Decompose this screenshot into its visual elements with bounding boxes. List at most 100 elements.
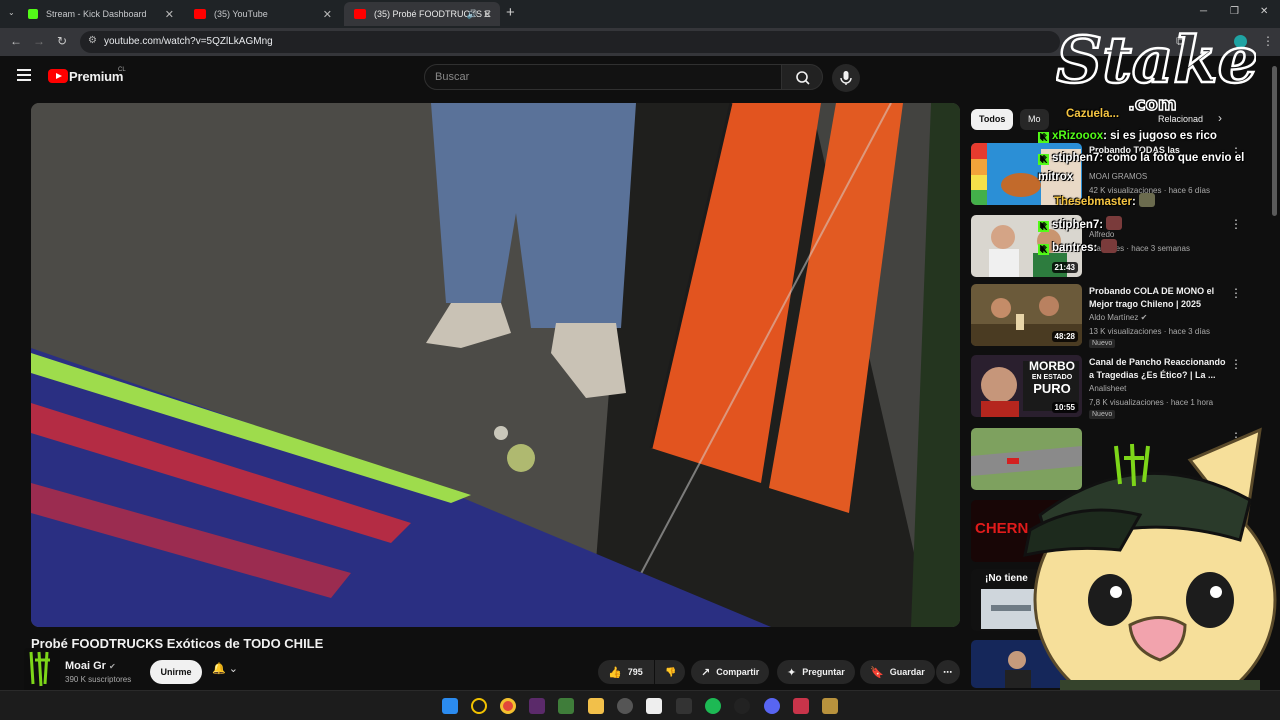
thumbnail-text-line: PURO xyxy=(1033,381,1071,396)
tab-current-video[interactable]: (35) Probé FOODTRUCKS E 🔊 ✕ xyxy=(344,2,500,26)
channel-name[interactable]: Moai Gr ✔ xyxy=(65,660,116,672)
voice-search-button[interactable] xyxy=(832,64,860,92)
chat-username: stiphen7 xyxy=(1052,152,1100,164)
chat-username: bantres xyxy=(1052,242,1094,254)
back-icon[interactable]: ← xyxy=(10,34,22,48)
screen: ⌄ Stream - Kick Dashboard ✕ (35) YouTube… xyxy=(0,0,1280,720)
forward-icon[interactable]: → xyxy=(33,34,45,48)
app-icon-purple[interactable] xyxy=(529,698,545,714)
youtube-logo-icon[interactable] xyxy=(48,69,68,83)
ask-label: Preguntar xyxy=(802,667,845,677)
notifications-button[interactable]: 🔔 ⌄ xyxy=(212,662,238,675)
video-title[interactable]: Canal de Pancho Reaccionando a Tragedias… xyxy=(1089,356,1229,382)
discord-icon[interactable] xyxy=(764,698,780,714)
sidebar-scrollbar[interactable] xyxy=(1272,66,1277,216)
chevron-right-icon[interactable]: › xyxy=(1218,111,1222,125)
windows-start-icon[interactable] xyxy=(442,698,458,714)
chat-text: : xyxy=(1131,196,1136,208)
app-icon-white[interactable] xyxy=(646,698,662,714)
tab-search-icon[interactable]: ⌄ xyxy=(8,8,15,17)
emote-icon xyxy=(1100,239,1117,253)
app-icon-gray[interactable] xyxy=(617,698,633,714)
kick-badge-icon: K xyxy=(1038,154,1049,165)
chat-text: : como la foto que envio el xyxy=(1099,152,1245,164)
close-tab-icon[interactable]: ✕ xyxy=(165,8,174,21)
streamer-cat-mascot xyxy=(1020,420,1280,720)
menu-icon[interactable] xyxy=(17,69,31,81)
video-title[interactable]: Probando COLA DE MONO el Mejor trago Chi… xyxy=(1089,285,1229,311)
search-input[interactable]: Buscar xyxy=(424,64,782,90)
app-icon-circle[interactable] xyxy=(471,698,487,714)
chat-message: mitrox xyxy=(1038,171,1073,183)
site-info-icon[interactable]: ⚙ xyxy=(88,35,97,46)
video-title: Probé FOODTRUCKS Exóticos de TODO CHILE xyxy=(31,636,324,651)
audio-playing-icon[interactable]: 🔊 xyxy=(467,9,478,20)
app-icon-dark[interactable] xyxy=(676,698,692,714)
emote-icon xyxy=(1139,193,1156,207)
close-tab-icon[interactable]: ✕ xyxy=(483,8,492,21)
list-item[interactable]: 48:28 Probando COLA DE MONO el Mejor tra… xyxy=(971,284,1261,348)
chat-text: : si es jugoso es rico xyxy=(1103,130,1217,142)
region-code: CL xyxy=(118,67,126,73)
join-button[interactable]: Unirme xyxy=(150,660,202,684)
app-icon-black[interactable] xyxy=(734,698,750,714)
app-icon-green[interactable] xyxy=(558,698,574,714)
verified-icon: ✔ xyxy=(109,662,116,671)
video-thumbnail[interactable]: 48:28 xyxy=(971,284,1082,346)
more-icon[interactable]: ⋮ xyxy=(1230,286,1242,300)
new-tab-icon[interactable]: + xyxy=(506,4,515,21)
channel-name[interactable]: MOAI GRAMOS xyxy=(1089,172,1147,181)
ask-button[interactable]: ✦ Preguntar xyxy=(777,660,855,684)
list-item[interactable]: MORBO EN ESTADO PURO 10:55 Canal de Panc… xyxy=(971,355,1261,419)
spotify-icon[interactable] xyxy=(705,698,721,714)
like-button[interactable]: 👍 795 xyxy=(598,660,654,684)
youtube-brand[interactable]: Premium xyxy=(69,69,123,84)
chip-more[interactable]: Mo xyxy=(1020,109,1049,130)
browser-menu-icon[interactable]: ⋮ xyxy=(1262,34,1274,48)
video-player[interactable] xyxy=(31,103,960,627)
tab-youtube[interactable]: (35) YouTube ✕ xyxy=(184,2,340,26)
more-icon[interactable]: ⋮ xyxy=(1230,357,1242,371)
channel-name-text: Moai Gr xyxy=(65,660,106,672)
file-explorer-icon[interactable] xyxy=(588,698,604,714)
microphone-icon xyxy=(840,71,852,85)
chevron-down-icon: ⌄ xyxy=(228,663,238,675)
search-button[interactable] xyxy=(781,64,823,90)
share-button[interactable]: ↗ Compartir xyxy=(691,660,770,684)
new-badge: Nuevo xyxy=(1089,339,1116,348)
share-label: Compartir xyxy=(716,667,760,677)
save-button[interactable]: 🔖 Guardar xyxy=(860,660,935,684)
address-bar[interactable]: ⚙ youtube.com/watch?v=5QZlLkAGMng xyxy=(80,31,1060,53)
close-window-icon[interactable]: ✕ xyxy=(1260,6,1268,17)
channel-name[interactable]: Aldo Martínez ✔ xyxy=(1089,313,1147,322)
more-icon[interactable]: ⋮ xyxy=(1230,217,1242,231)
chrome-icon[interactable] xyxy=(500,698,516,714)
stake-domain-text: .com xyxy=(1128,94,1177,112)
thumbs-up-icon: 👍 xyxy=(608,666,622,679)
tab-kick-dashboard[interactable]: Stream - Kick Dashboard ✕ xyxy=(18,2,182,26)
channel-name[interactable]: Analisheet xyxy=(1089,384,1126,393)
video-frame xyxy=(31,103,960,627)
close-tab-icon[interactable]: ✕ xyxy=(323,8,332,21)
bell-icon: 🔔 xyxy=(212,663,226,675)
chip-related[interactable]: Relacionad xyxy=(1150,109,1211,130)
video-meta: 7,8 K visualizaciones · hace 1 hora xyxy=(1089,398,1214,407)
chat-username: xRizooox xyxy=(1052,130,1104,142)
chat-message: Thesebmaster: xyxy=(1054,193,1156,208)
more-actions-button[interactable]: ⋯ xyxy=(936,660,960,684)
stake-brand-text: Stake xyxy=(1056,23,1256,98)
chat-message: Kstiphen7: xyxy=(1038,216,1123,232)
app-icon-red[interactable] xyxy=(793,698,809,714)
app-icon-gold[interactable] xyxy=(822,698,838,714)
search-placeholder: Buscar xyxy=(435,71,470,83)
stake-logo-image: Stake .com xyxy=(1055,22,1260,116)
video-thumbnail[interactable]: MORBO EN ESTADO PURO 10:55 xyxy=(971,355,1082,417)
stake-logo: Stake .com xyxy=(1055,12,1260,116)
tab-label: (35) YouTube xyxy=(214,9,268,19)
youtube-favicon-icon xyxy=(194,9,206,19)
reload-icon[interactable]: ↻ xyxy=(57,34,67,48)
youtube-favicon-icon xyxy=(354,9,366,19)
dislike-button[interactable]: 👎 xyxy=(655,660,685,684)
chip-all[interactable]: Todos xyxy=(971,109,1014,130)
chat-username: stiphen7 xyxy=(1052,219,1100,231)
